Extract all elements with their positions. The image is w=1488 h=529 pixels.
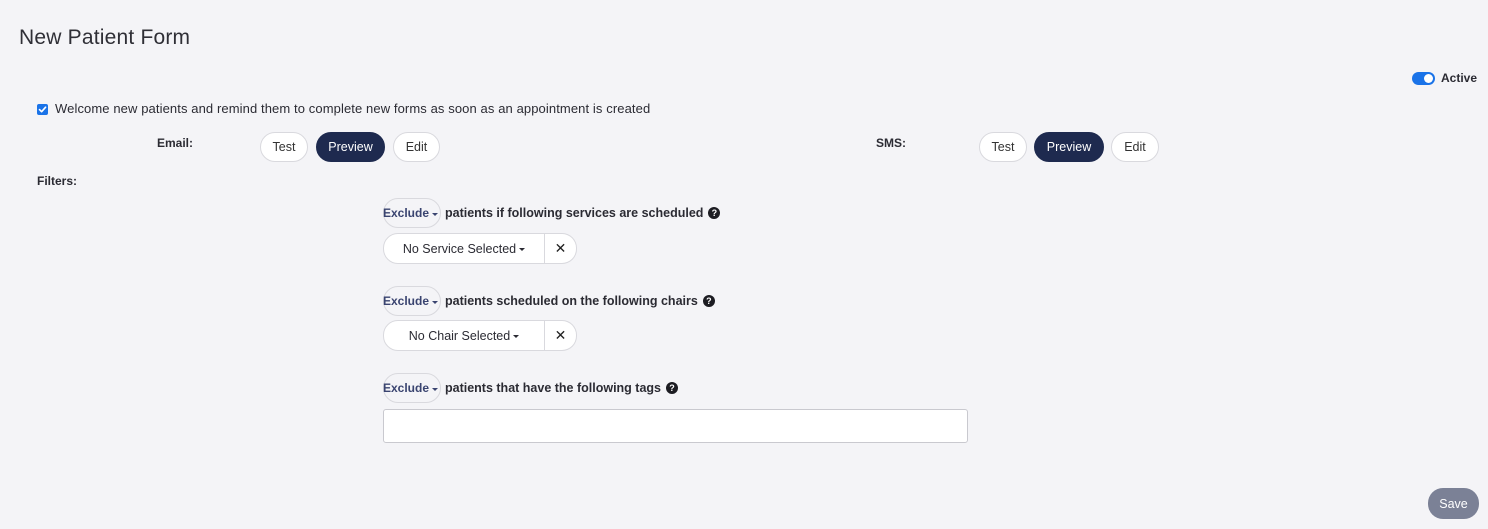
tags-filter-row: Exclude patients that have the following… [383, 373, 678, 403]
services-mode-dropdown[interactable]: Exclude [383, 198, 441, 228]
email-edit-button[interactable]: Edit [393, 132, 440, 162]
close-icon: ✕ [554, 240, 567, 256]
active-toggle-group: Active [1412, 71, 1477, 85]
active-label: Active [1441, 71, 1478, 85]
sms-preview-button[interactable]: Preview [1034, 132, 1104, 162]
welcome-option: Welcome new patients and remind them to … [37, 101, 650, 116]
active-toggle[interactable] [1412, 71, 1435, 85]
email-label: Email: [157, 136, 194, 150]
services-filter-text: patients if following services are sched… [445, 206, 704, 220]
services-mode-label: Exclude [382, 206, 430, 220]
chairs-filter-row: Exclude patients scheduled on the follow… [383, 286, 715, 316]
email-preview-button[interactable]: Preview [316, 132, 385, 162]
tags-mode-label: Exclude [382, 381, 430, 395]
services-select[interactable]: No Service Selected [383, 233, 545, 264]
chairs-filter-text: patients scheduled on the following chai… [445, 294, 698, 308]
caret-down-icon [519, 248, 526, 251]
services-select-group: No Service Selected ✕ [383, 233, 577, 264]
close-icon: ✕ [554, 327, 567, 343]
caret-down-icon [432, 212, 439, 216]
services-filter-row: Exclude patients if following services a… [383, 198, 721, 228]
sms-label: SMS: [876, 136, 906, 150]
question-circle-icon[interactable]: ? [708, 206, 721, 219]
caret-down-icon [513, 335, 520, 338]
page-title: New Patient Form [19, 26, 191, 49]
caret-down-icon [432, 300, 439, 304]
chairs-mode-dropdown[interactable]: Exclude [383, 286, 441, 316]
filters-label: Filters: [37, 174, 78, 188]
tags-filter-text: patients that have the following tags [445, 381, 661, 395]
toggle-knob [1424, 73, 1433, 83]
email-test-button[interactable]: Test [260, 132, 308, 162]
chairs-select[interactable]: No Chair Selected [383, 320, 545, 351]
chairs-select-value: No Chair Selected [408, 328, 511, 343]
sms-test-button[interactable]: Test [979, 132, 1027, 162]
chairs-clear-button[interactable]: ✕ [545, 320, 577, 351]
question-circle-icon[interactable]: ? [666, 381, 678, 394]
welcome-checkbox[interactable] [37, 103, 48, 115]
welcome-text: Welcome new patients and remind them to … [55, 101, 651, 116]
sms-edit-button[interactable]: Edit [1111, 132, 1159, 162]
tags-mode-dropdown[interactable]: Exclude [383, 373, 441, 403]
services-clear-button[interactable]: ✕ [545, 233, 577, 264]
save-button[interactable]: Save [1428, 488, 1479, 519]
services-select-value: No Service Selected [402, 241, 517, 256]
chairs-mode-label: Exclude [382, 294, 430, 308]
check-icon [38, 105, 47, 112]
question-circle-icon[interactable]: ? [702, 294, 715, 307]
tags-input[interactable] [383, 409, 968, 443]
caret-down-icon [432, 387, 439, 391]
chairs-select-group: No Chair Selected ✕ [383, 320, 577, 351]
